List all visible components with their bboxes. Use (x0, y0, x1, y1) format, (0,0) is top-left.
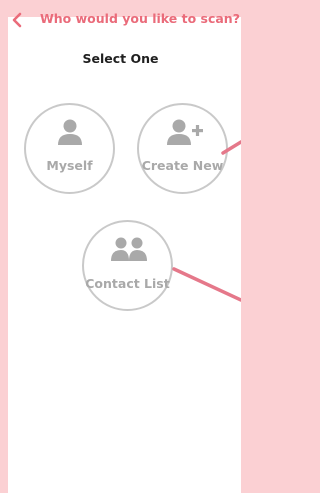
chevron-left-icon[interactable] (10, 10, 24, 30)
create-new-option[interactable]: Create New (137, 103, 228, 194)
myself-option[interactable]: Myself (24, 103, 115, 194)
select-one-heading: Select One (82, 51, 159, 66)
person-icon (58, 119, 82, 145)
contact-list-option[interactable]: Contact List (82, 220, 173, 311)
create-new-label: Create New (141, 158, 224, 173)
contact-list-label: Contact List (85, 276, 170, 291)
person-add-icon (167, 119, 203, 145)
people-icon (111, 237, 147, 261)
myself-label: Myself (46, 158, 93, 173)
page-title: Who would you like to scan? (40, 11, 240, 26)
